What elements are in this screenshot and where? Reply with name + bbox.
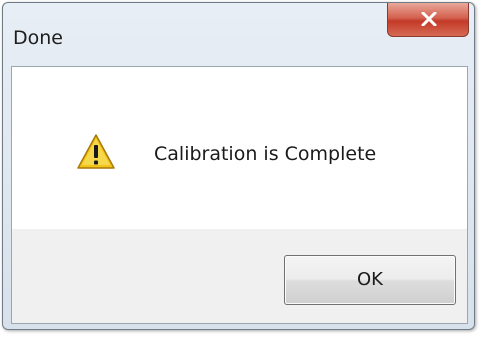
title-bar[interactable]: Done [3, 3, 474, 63]
message-text: Calibration is Complete [154, 143, 377, 165]
window-title: Done [13, 27, 63, 49]
close-icon [421, 12, 437, 26]
dialog-window: Done Calibration is Complete OK [2, 2, 475, 330]
warning-icon [77, 134, 115, 169]
close-button[interactable] [387, 3, 469, 37]
ok-button[interactable]: OK [284, 255, 456, 305]
dialog-content: Calibration is Complete OK [11, 66, 468, 324]
